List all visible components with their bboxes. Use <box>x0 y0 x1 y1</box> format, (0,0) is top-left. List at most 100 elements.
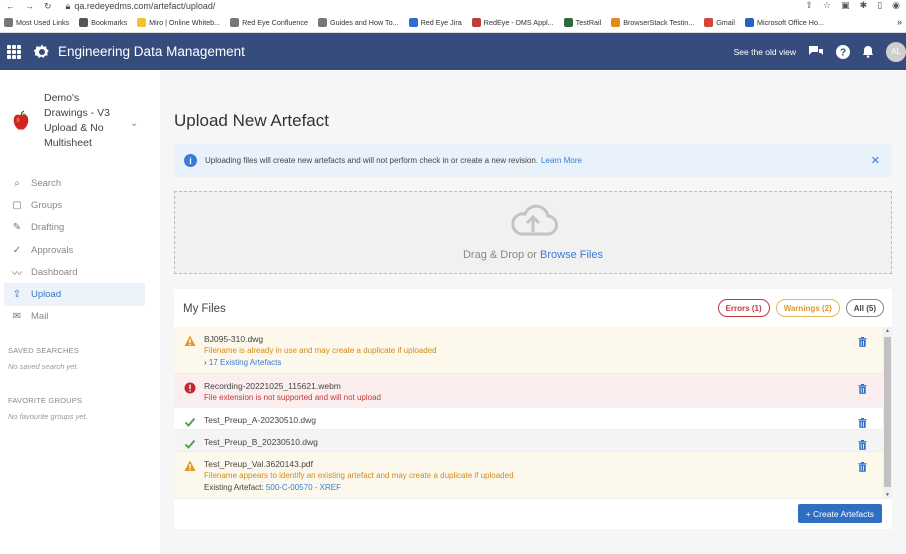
file-message: Filename appears to identify an existing… <box>204 471 514 480</box>
sidepanel-icon[interactable]: ▯ <box>877 0 882 11</box>
bookmark-favicon-icon <box>744 17 754 27</box>
bookmark-item[interactable]: RedEye - DMS Appl... <box>471 17 554 27</box>
app-header: Engineering Data Management See the old … <box>0 33 906 70</box>
learn-more-link[interactable]: Learn More <box>541 156 582 165</box>
file-row: Test_Preup_B_20230510.dwg <box>174 430 883 452</box>
search-icon: ⌕ <box>14 177 20 189</box>
bookmark-favicon-icon <box>79 17 89 27</box>
scroll-up-icon[interactable]: ▲ <box>885 328 890 334</box>
forward-arrow-icon[interactable]: → <box>25 1 34 12</box>
sidebar-item-upload[interactable]: ⇪ Upload <box>4 283 145 306</box>
all-filter[interactable]: All (5) <box>845 299 884 317</box>
info-text: Uploading files will create new artefact… <box>205 156 539 165</box>
user-avatar[interactable]: AL <box>886 41 906 62</box>
sidebar-item-mail[interactable]: ✉ Mail <box>0 306 160 328</box>
error-icon <box>184 381 196 394</box>
sidebar-item-groups[interactable]: ▢ Groups <box>0 194 160 216</box>
warnings-filter[interactable]: Warnings (2) <box>775 299 840 317</box>
chevron-down-icon[interactable]: ⌄ <box>130 118 138 129</box>
bookmark-item[interactable]: Most Used Links <box>4 17 69 27</box>
puzzle-icon[interactable]: ✱ <box>860 0 868 11</box>
share-icon[interactable]: ⇪ <box>806 0 814 11</box>
check-icon <box>184 437 196 449</box>
trash-icon[interactable] <box>858 415 867 428</box>
bookmark-item[interactable]: Microsoft Office Ho... <box>744 17 824 27</box>
bookmark-favicon-icon <box>137 17 147 27</box>
saved-searches-empty: No saved search yet. <box>8 362 79 371</box>
browser-nav: ← → ↻ <box>6 1 52 12</box>
close-icon[interactable]: ✕ <box>871 154 880 167</box>
profile-icon[interactable]: ◉ <box>892 0 900 11</box>
extension-icon[interactable]: ▣ <box>841 0 850 11</box>
file-list-scrollbar[interactable]: ▲ ▼ <box>883 327 892 499</box>
more-bookmarks-icon[interactable]: » <box>897 17 902 27</box>
bell-icon[interactable] <box>862 45 874 58</box>
browse-files-link[interactable]: Browse Files <box>540 249 603 261</box>
chat-icon[interactable] <box>808 45 824 59</box>
sidebar-item-search[interactable]: ⌕ Search <box>0 172 160 194</box>
app-launcher-icon[interactable] <box>7 44 21 59</box>
file-row: Test_Preup_Val.3620143.pdf Filename appea… <box>174 452 883 499</box>
bookmarks-bar: Most Used Links Bookmarks Miro | Online Wh… <box>0 12 906 33</box>
project-selector[interactable]: Demo's Drawings - V3 Upload & No Multish… <box>0 71 160 149</box>
my-files-panel: My Files Errors (1) Warnings (2) All (5)… <box>174 289 892 529</box>
chart-line-icon: 〰 <box>12 268 22 280</box>
star-icon[interactable]: ☆ <box>823 0 831 11</box>
sidebar-nav: ⌕ Search ▢ Groups ✎ Drafting ✓ Approvals 〰 Dashbo… <box>0 172 160 328</box>
sidebar-item-dashboard[interactable]: 〰 Dashboard <box>0 261 160 283</box>
file-message: Filename is already in use and may creat… <box>204 346 437 355</box>
page-title: Upload New Artefact <box>174 111 329 130</box>
trash-icon[interactable] <box>858 437 867 450</box>
file-row: BJ095-310.dwg Filename is already in use … <box>174 327 883 374</box>
bookmark-label: TestRail <box>575 17 602 27</box>
file-name: BJ095-310.dwg <box>204 334 264 344</box>
bookmark-item[interactable]: Gmail <box>704 17 735 27</box>
browser-address-row: ← → ↻ 🔒︎ qa.redeyedms.com/artefact/uploa… <box>0 0 906 12</box>
back-arrow-icon[interactable]: ← <box>6 1 15 12</box>
favorite-groups-title: FAVORITE GROUPS <box>8 396 83 405</box>
file-filters: Errors (1) Warnings (2) All (5) <box>717 299 884 317</box>
file-name: Test_Preup_Val.3620143.pdf <box>204 459 314 469</box>
create-artefacts-button[interactable]: + Create Artefacts <box>797 504 882 523</box>
mail-icon: ✉ <box>12 311 22 323</box>
bookmark-label: Microsoft Office Ho... <box>756 17 824 27</box>
file-dropzone[interactable]: Drag & Drop or Browse Files <box>174 191 892 274</box>
sidebar-item-label: Mail <box>31 311 49 323</box>
trash-icon[interactable] <box>858 459 867 472</box>
check-icon <box>184 415 196 427</box>
sidebar-item-drafting[interactable]: ✎ Drafting <box>0 217 160 239</box>
warning-icon <box>184 334 196 346</box>
file-row: Recording-20221025_115621.webm File exten… <box>174 374 883 408</box>
existing-artefacts-link[interactable]: 500-C-00570 - XREF <box>266 483 341 492</box>
bookmark-favicon-icon <box>318 17 328 27</box>
scroll-down-icon[interactable]: ▼ <box>885 492 890 498</box>
dropzone-label: Drag & Drop or <box>462 249 537 261</box>
bookmark-item[interactable]: Red Eye Confluence <box>230 17 308 27</box>
bookmark-label: Bookmarks <box>91 17 128 27</box>
reload-icon[interactable]: ↻ <box>44 1 52 12</box>
bookmark-item[interactable]: Miro | Online Whiteb... <box>137 17 220 27</box>
bookmark-item[interactable]: Bookmarks <box>79 17 128 27</box>
existing-artefact-label: Existing Artefact: <box>204 483 264 492</box>
bookmark-item[interactable]: TestRail <box>563 17 602 27</box>
bookmark-item[interactable]: Red Eye Jira <box>408 17 462 27</box>
errors-filter[interactable]: Errors (1) <box>717 299 770 317</box>
scrollbar-thumb[interactable] <box>884 337 891 487</box>
old-view-link[interactable]: See the old view <box>734 47 796 57</box>
file-list: BJ095-310.dwg Filename is already in use … <box>174 327 883 499</box>
help-icon[interactable]: ? <box>836 44 850 59</box>
file-row: Test_Preup_A-20230510.dwg <box>174 408 883 430</box>
check-icon: ✓ <box>12 244 22 256</box>
main-content: Upload New Artefact i Uploading files wi… <box>160 71 906 554</box>
sidebar-item-approvals[interactable]: ✓ Approvals <box>0 239 160 261</box>
bookmark-item[interactable]: Guides and How To... <box>318 17 399 27</box>
trash-icon[interactable] <box>858 381 867 394</box>
sidebar-item-label: Search <box>31 177 62 189</box>
trash-icon[interactable] <box>858 334 867 347</box>
bookmark-item[interactable]: BrowserStack Testin... <box>611 17 694 27</box>
file-sub-info: › 17 Existing Artefacts <box>204 358 281 367</box>
existing-artefacts-link[interactable]: 17 Existing Artefacts <box>209 358 281 367</box>
sidebar: Demo's Drawings - V3 Upload & No Multish… <box>0 71 160 554</box>
address-bar[interactable]: 🔒︎ qa.redeyedms.com/artefact/upload/ <box>66 1 216 12</box>
dropzone-text: Drag & Drop or Browse Files <box>175 249 891 261</box>
